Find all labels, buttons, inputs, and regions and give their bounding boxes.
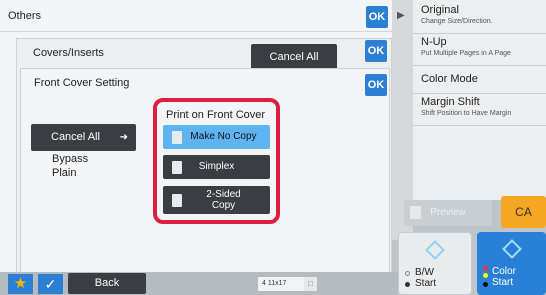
function-original-sub: Change Size/Direction. (421, 18, 493, 25)
color-yellow-dot-icon (483, 273, 488, 278)
function-original-title: Original (421, 4, 459, 16)
front-cover-ok-button[interactable]: OK (365, 74, 387, 96)
preview-icon (410, 206, 421, 219)
color-red-dot-icon (483, 266, 488, 271)
front-cover-cancel-all-button[interactable]: Cancel All ➜ (31, 124, 136, 151)
right-arrow-icon: ➜ (119, 132, 128, 143)
simplex-button[interactable]: Simplex (163, 155, 270, 179)
favorite-star-icon[interactable]: ★ (8, 274, 33, 294)
tray-text: Bypass (52, 153, 89, 165)
color-black-dot-icon (483, 282, 488, 287)
start-diamond-icon (425, 240, 445, 260)
ca-button[interactable]: CA (501, 196, 546, 228)
others-title: Others (8, 10, 42, 22)
bw-indicator-icon (405, 271, 410, 276)
page-icon (172, 194, 182, 207)
print-on-front-cover-label: Print on Front Cover (166, 109, 266, 121)
two-sided-copy-label: 2-Sided Copy (206, 189, 241, 211)
color-start-button[interactable]: Color Start (477, 232, 546, 295)
cancel-all-label: Cancel All (51, 131, 100, 143)
start-indicator-icon (405, 282, 410, 287)
function-original[interactable]: Original Change Size/Direction. (413, 4, 546, 34)
bw-start-label: B/W Start (415, 267, 437, 289)
expand-arrow-icon[interactable]: ▶ (397, 10, 405, 21)
front-cover-title: Front Cover Setting (34, 77, 130, 89)
covers-title: Covers/Inserts (33, 47, 104, 59)
check-icon[interactable]: ✓ (38, 274, 63, 294)
function-panel: Original Change Size/Direction. N-Up Put… (413, 0, 546, 200)
function-color-mode-title: Color Mode (421, 73, 478, 85)
function-nup-title: N-Up (421, 36, 447, 48)
function-nup[interactable]: N-Up Put Multiple Pages in A Page (413, 36, 546, 66)
function-nup-sub: Put Multiple Pages in A Page (421, 50, 511, 57)
simplex-label: Simplex (198, 161, 235, 172)
function-color-mode[interactable]: Color Mode (413, 68, 546, 94)
page-icon (172, 131, 182, 144)
make-no-copy-label: Make No Copy (190, 131, 257, 142)
covers-ok-button[interactable]: OK (365, 40, 387, 62)
make-no-copy-button[interactable]: Make No Copy (163, 125, 270, 149)
paper-size-indicator: 4 11x17 (258, 277, 304, 291)
covers-cancel-all-button[interactable]: Cancel All (251, 44, 337, 70)
function-margin-shift[interactable]: Margin Shift Shift Position to Have Marg… (413, 96, 546, 126)
start-diamond-icon (502, 239, 522, 259)
color-start-label: Color Start (492, 266, 516, 288)
paper-tray-icon: □ (304, 277, 317, 291)
two-sided-copy-button[interactable]: 2-Sided Copy (163, 186, 270, 214)
function-margin-shift-title: Margin Shift (421, 96, 480, 108)
back-button[interactable]: Back (68, 273, 146, 294)
bw-start-button[interactable]: B/W Start (398, 232, 472, 295)
paper-type-text: Plain (52, 167, 77, 179)
page-icon (172, 161, 182, 174)
others-ok-button[interactable]: OK (366, 6, 388, 28)
others-header (0, 0, 392, 32)
function-margin-shift-sub: Shift Position to Have Margin (421, 110, 512, 117)
